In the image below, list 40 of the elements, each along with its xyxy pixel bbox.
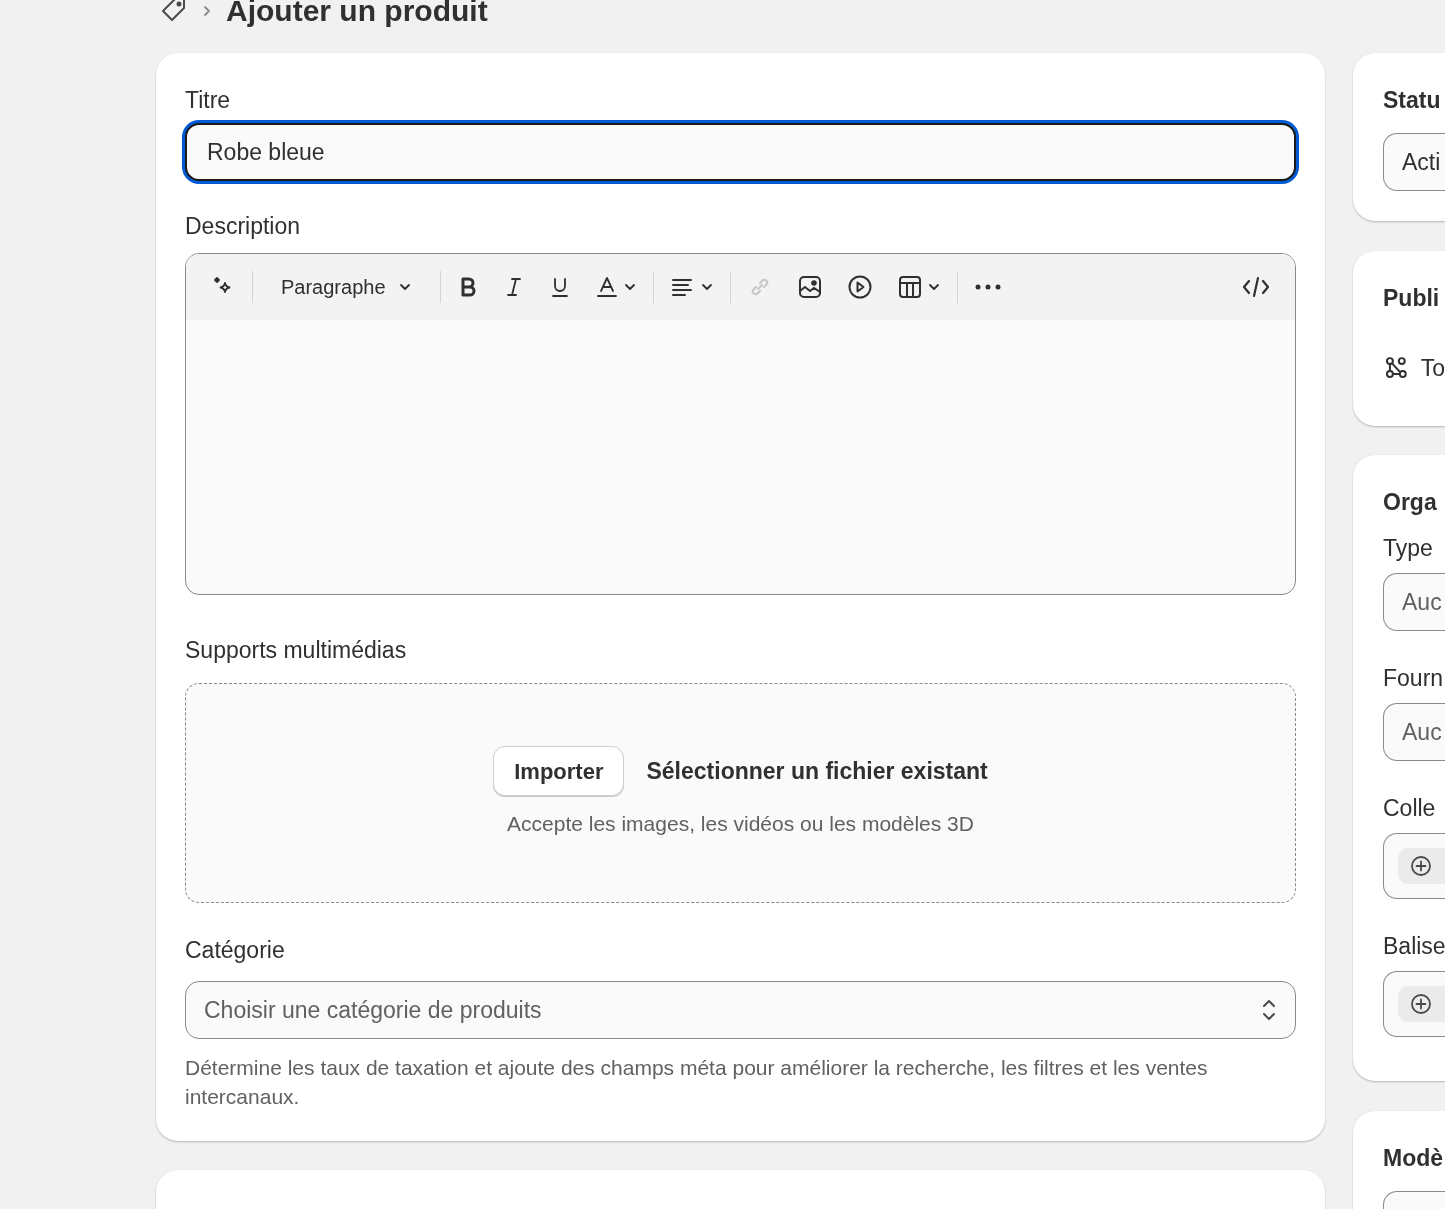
rich-text-editor[interactable]: Paragraphe <box>185 253 1296 595</box>
plus-circle-icon <box>1410 855 1432 877</box>
help-text: Détermine les taux de taxation et ajoute des champs méta pour améliorer la recherche, les filtres et les ventes intercanaux. <box>185 1055 1209 1110</box>
paragraph-format-dropdown[interactable]: Paragraphe <box>265 271 428 303</box>
media-dropzone[interactable]: Importer Sélectionner un fichier existant Accepte les images, les vidéos ou les modèles 3D <box>185 683 1296 903</box>
card-title: Statu <box>1383 86 1442 115</box>
select-value: Acti <box>1402 147 1441 177</box>
media-hint: Accepte les images, les vidéos ou les modèles 3D <box>507 811 974 838</box>
title-input[interactable]: Robe bleue <box>185 123 1296 181</box>
text-field[interactable]: Auc <box>1383 573 1445 631</box>
select-placeholder: Choisir une catégorie de produits <box>204 995 543 1025</box>
card-title: Publi <box>1383 284 1441 313</box>
card-title: Modè <box>1383 1144 1445 1173</box>
field-label: Description <box>185 212 302 241</box>
field-placeholder: Auc <box>1402 587 1442 617</box>
up-down-chevron-icon <box>1261 997 1277 1023</box>
field-label: Fourn <box>1383 664 1445 693</box>
field-placeholder: Auc <box>1402 717 1442 747</box>
field-label: Supports multimédias <box>185 636 408 665</box>
text-color-icon <box>594 275 619 299</box>
card-title: Orga <box>1383 488 1438 517</box>
text-field[interactable]: Auc <box>1383 703 1445 761</box>
field-label: Colle <box>1383 794 1437 823</box>
field-label: Titre <box>185 86 232 115</box>
tag-icon <box>160 0 188 24</box>
add-chip[interactable] <box>1398 848 1445 884</box>
category-select[interactable]: Choisir une catégorie de produits <box>185 981 1296 1039</box>
field-label: Type <box>1383 534 1434 563</box>
upload-button[interactable]: Importer <box>493 746 625 797</box>
channel-label: To <box>1420 354 1445 383</box>
tag-field[interactable] <box>1383 971 1445 1037</box>
page-title: Ajouter un produit <box>226 0 488 26</box>
select-existing-file-link[interactable]: Sélectionner un fichier existant <box>646 754 988 789</box>
field-label: Catégorie <box>185 936 286 965</box>
plus-circle-icon <box>1410 993 1432 1015</box>
add-chip[interactable] <box>1398 986 1445 1022</box>
tag-field[interactable] <box>1383 833 1445 899</box>
table-icon <box>896 274 923 300</box>
field-label: Balise <box>1383 932 1445 961</box>
status-select[interactable]: Acti <box>1383 133 1445 191</box>
